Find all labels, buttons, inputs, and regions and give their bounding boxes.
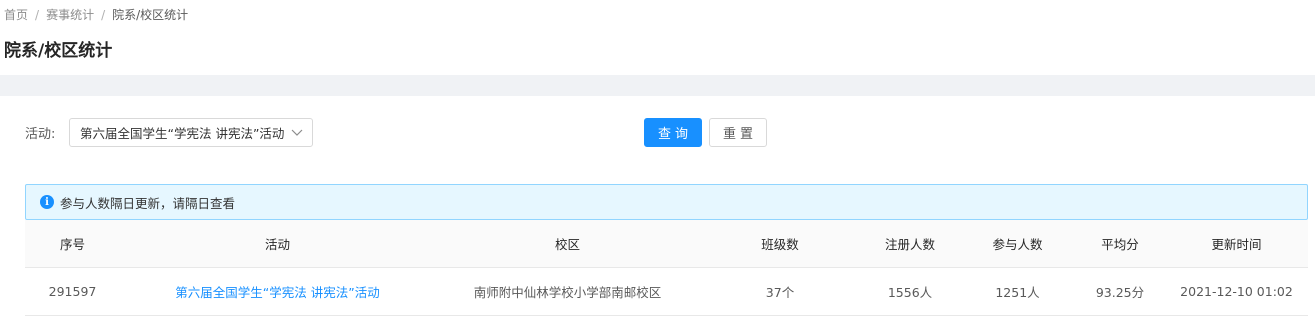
page-header: 首页 / 赛事统计 / 院系/校区统计 院系/校区统计: [0, 0, 1315, 75]
cell-class-count: 37个: [765, 285, 795, 300]
filter-bar: 活动: 第六届全国学生“学宪法 讲宪法”活动 查询 重置: [25, 118, 773, 147]
cell-activity-link[interactable]: 第六届全国学生“学宪法 讲宪法”活动: [120, 282, 435, 301]
activity-select-value: 第六届全国学生“学宪法 讲宪法”活动: [80, 126, 285, 141]
cell-average-score: 93.25分: [1095, 285, 1145, 300]
chevron-down-icon: [290, 126, 304, 140]
breadcrumb: 首页 / 赛事统计 / 院系/校区统计: [4, 6, 188, 23]
cell-participants: 1251人: [995, 285, 1040, 300]
alert-text: 参与人数隔日更新，请隔日查看: [60, 195, 236, 211]
breadcrumb-current: 院系/校区统计: [112, 8, 189, 22]
cell-registered: 1556人: [887, 285, 933, 300]
column-header: 注册人数: [884, 237, 935, 252]
column-header: 序号: [59, 237, 85, 252]
content-panel: 活动: 第六届全国学生“学宪法 讲宪法”活动 查询 重置 i 参与人数隔日更新，…: [0, 96, 1315, 334]
cell-updated-time: 2021-12-10 01:02: [1180, 284, 1293, 299]
cell-id: 291597: [48, 284, 97, 299]
stats-table: 序号 活动 校区 班级数 注册人数 参与人数 平均分 更新时间 291597 第…: [25, 220, 1308, 316]
column-header: 活动: [264, 237, 290, 252]
column-header: 参与人数: [992, 237, 1043, 252]
breadcrumb-separator: /: [101, 7, 106, 22]
table-row: 291597 第六届全国学生“学宪法 讲宪法”活动 南师附中仙林学校小学部南邮校…: [25, 268, 1308, 316]
cell-campus: 南师附中仙林学校小学部南邮校区: [473, 285, 662, 300]
column-header: 校区: [554, 237, 580, 252]
activity-label: 活动:: [25, 127, 56, 142]
column-header: 班级数: [761, 237, 799, 252]
page-title: 院系/校区统计: [4, 41, 113, 61]
breadcrumb-home[interactable]: 首页: [4, 6, 28, 23]
breadcrumb-stats[interactable]: 赛事统计: [46, 6, 94, 23]
info-alert: i 参与人数隔日更新，请隔日查看: [25, 184, 1308, 220]
breadcrumb-separator: /: [35, 7, 40, 22]
activity-select[interactable]: 第六届全国学生“学宪法 讲宪法”活动: [69, 118, 313, 147]
query-button[interactable]: 查询: [644, 118, 702, 147]
section-divider: [0, 75, 1315, 96]
table-header: 序号 活动 校区 班级数 注册人数 参与人数 平均分 更新时间: [25, 220, 1308, 268]
column-header: 平均分: [1101, 237, 1139, 252]
reset-button[interactable]: 重置: [709, 118, 767, 147]
column-header: 更新时间: [1211, 237, 1262, 252]
info-icon: i: [40, 195, 54, 209]
